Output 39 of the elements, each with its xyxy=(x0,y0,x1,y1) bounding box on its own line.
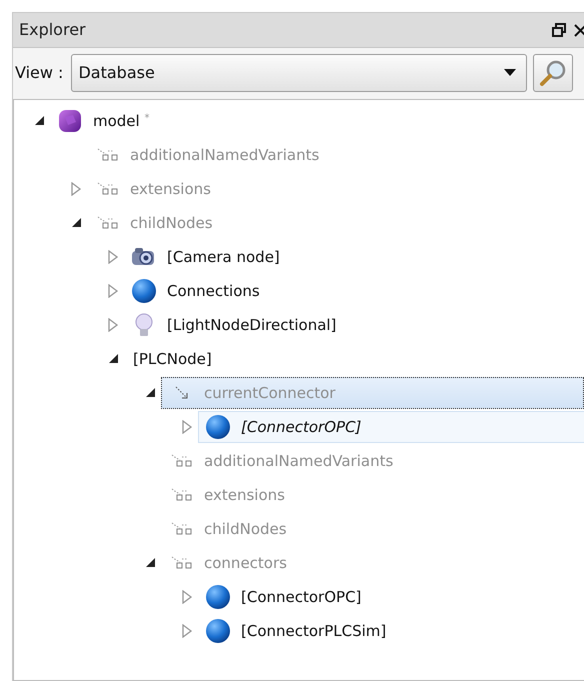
collapsed-arrow-icon[interactable] xyxy=(108,250,118,264)
tree-item[interactable]: [Camera node] xyxy=(167,246,280,268)
diagonal-arrow-icon xyxy=(174,386,188,400)
tree-item[interactable]: [ConnectorOPC] xyxy=(241,586,362,608)
sphere-icon xyxy=(203,582,233,611)
expanded-arrow-icon[interactable] xyxy=(108,353,118,364)
tree-item[interactable]: [ConnectorPLCSim] xyxy=(241,620,386,642)
sphere-icon xyxy=(129,276,159,305)
collapsed-arrow-icon[interactable] xyxy=(182,624,192,638)
field-icon xyxy=(170,488,192,502)
field-icon xyxy=(96,216,118,230)
sphere-icon xyxy=(203,412,233,441)
tree-item[interactable]: [ConnectorOPC] xyxy=(198,410,584,443)
expanded-arrow-icon[interactable] xyxy=(144,557,156,568)
collapsed-arrow-icon[interactable] xyxy=(108,318,118,332)
view-label: View : xyxy=(15,62,64,84)
close-icon[interactable] xyxy=(574,22,584,37)
field-icon xyxy=(170,556,192,570)
search-button[interactable] xyxy=(533,54,574,92)
panel-title: Explorer xyxy=(19,18,86,41)
view-dropdown[interactable]: Database xyxy=(71,54,528,92)
restore-icon[interactable] xyxy=(552,22,566,37)
expanded-arrow-icon[interactable] xyxy=(70,217,82,228)
field-icon xyxy=(170,522,192,536)
collapsed-arrow-icon[interactable] xyxy=(108,284,118,298)
caret-icon xyxy=(504,69,516,78)
tree-item[interactable]: [LightNodeDirectional] xyxy=(167,314,336,336)
field-icon xyxy=(96,182,118,196)
expanded-arrow-icon[interactable] xyxy=(34,115,44,126)
collapsed-arrow-icon[interactable] xyxy=(71,182,81,196)
sphere-icon xyxy=(203,616,233,645)
field-icon xyxy=(170,454,192,468)
tree-item[interactable]: Connections xyxy=(167,280,260,302)
field-icon xyxy=(96,148,118,162)
collapsed-arrow-icon[interactable] xyxy=(182,590,192,604)
tree-item[interactable]: model $^{*}$ xyxy=(93,110,150,132)
collapsed-arrow-icon[interactable] xyxy=(182,420,192,434)
expanded-arrow-icon[interactable] xyxy=(144,387,156,398)
tree-item[interactable]: [PLCNode] xyxy=(133,348,212,370)
